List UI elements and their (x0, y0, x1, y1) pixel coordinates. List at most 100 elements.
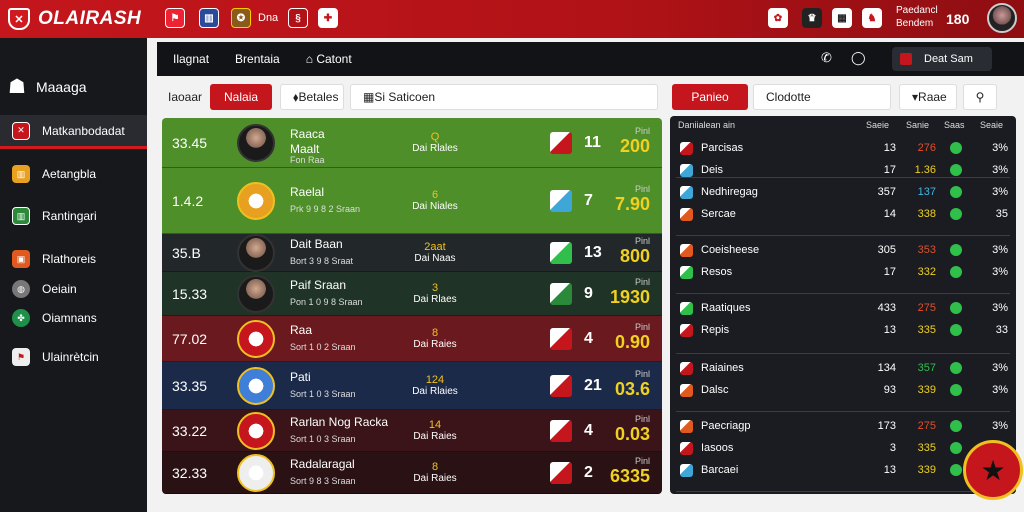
stats-value: 3 (889, 442, 896, 454)
filter-details-button[interactable]: ⬧ Betales (280, 84, 345, 110)
stats-row[interactable]: Dalsc 93 339 3% (676, 380, 1010, 400)
stats-percent: 3% (992, 164, 1008, 176)
dropdown[interactable]: ▾ Raae (899, 84, 957, 110)
rose-badge-icon[interactable]: ✿ (768, 8, 788, 28)
user-avatar[interactable] (987, 3, 1017, 33)
star-badge-icon[interactable]: ★ (963, 440, 1023, 500)
striped-crest-icon: ▥ (12, 207, 30, 225)
stats-value: 13 (883, 464, 896, 476)
tab-catont-label: Catont (316, 52, 352, 66)
player-photo (237, 124, 275, 162)
nav-text[interactable]: Dna (258, 12, 278, 24)
swirl-icon[interactable]: § (288, 8, 308, 28)
profile-chip[interactable]: Deat Sam (892, 47, 992, 71)
table-row[interactable]: 33.35 Pati Sort 1 0 3 Sraan 124 Dai Rlaies 21… (162, 362, 662, 410)
stats-row[interactable]: Barcaei 13 339 (676, 460, 1010, 480)
sidebar-item-rlathoreis[interactable]: ▣ Rlathoreis (0, 242, 147, 276)
match-odds[interactable]: Pinl 03.6 (615, 369, 650, 400)
odds-label: Pinl (634, 322, 650, 332)
stats-group[interactable]: Coeisheese 305 353 3% Resos 17 332 3% (676, 236, 1010, 294)
main-content: Ilagnat Brentaia ⌂ Catont ✆ ◯ Deat Sam I… (147, 38, 1024, 512)
match-score: 9 (584, 285, 593, 302)
match-status-label: Dai Raies (413, 431, 457, 442)
phone-icon[interactable]: ✆ (821, 50, 832, 66)
shield-icon[interactable]: ✚ (318, 8, 338, 28)
search-input[interactable]: ▦ Si Saticoen (350, 84, 659, 110)
stats-row[interactable]: Resos 17 332 3% (676, 262, 1010, 282)
stats-value-colored: 339 (917, 384, 936, 396)
match-odds[interactable]: Pinl 0.03 (615, 414, 650, 445)
stats-row[interactable]: Paecriagp 173 275 3% (676, 416, 1010, 436)
match-odds[interactable]: Pinl 200 (620, 126, 650, 157)
stats-row[interactable]: Nedhiregag 357 137 3% (676, 182, 1010, 202)
square-badge-icon[interactable]: ▦ (832, 8, 852, 28)
stats-row[interactable]: Raatiques 433 275 3% (676, 298, 1010, 318)
check-icon (950, 266, 962, 278)
stats-group[interactable]: Paecriagp1732753%Iasoos333533Barcaei1333… (676, 412, 1010, 492)
match-status-value: 6 (431, 189, 439, 201)
tab-brentaia[interactable]: Brentaia (235, 52, 280, 66)
striped-badge-icon[interactable]: ▥ (199, 8, 219, 28)
table-row[interactable]: 33.22 Rarlan Nog Racka Sort 1 0 3 Sraan 14 D… (162, 410, 662, 452)
stats-row[interactable]: Repis 13 335 33 (676, 320, 1010, 340)
deer-badge-icon[interactable]: ♞ (862, 8, 882, 28)
stats-row[interactable]: Raiaines 134 357 3% (676, 358, 1010, 378)
tab-catont[interactable]: ⌂ Catont (306, 52, 352, 66)
table-row[interactable]: 1.4.2 Raelal Prk 9 9 8 2 Sraan 6 Dai Niales 7… (162, 168, 662, 234)
team-subtitle: Sort 9 8 3 Sraan (290, 476, 356, 486)
stats-row[interactable]: Coeisheese 305 353 3% (676, 240, 1010, 260)
match-odds[interactable]: Pinl 0.90 (615, 322, 650, 353)
stats-group[interactable]: Raatiques 433 275 3% Repis 13 335 33 (676, 294, 1010, 354)
odds-label: Pinl (634, 369, 650, 379)
match-status-label: Dai Rlales (412, 143, 458, 154)
match-odds[interactable]: Pinl 800 (620, 236, 650, 267)
match-odds[interactable]: Pinl 7.90 (615, 184, 650, 215)
table-row[interactable]: 15.33 Paif Sraan Pon 1 0 9 8 Sraan 3 Dai Rla… (162, 272, 662, 316)
sidebar-item-oiamnans[interactable]: ✤ Oiamnans (0, 301, 147, 335)
match-odds[interactable]: Pinl 6335 (610, 456, 650, 487)
gold-badge-icon[interactable]: ✪ (231, 8, 251, 28)
odds-value: 03.6 (614, 379, 650, 399)
stats-group[interactable]: Raiaines 134 357 3% Dalsc 93 339 3% (676, 354, 1010, 412)
team-name-line1: Radalaragal (290, 457, 355, 471)
stats-row[interactable]: Parcisas 13 276 3% (676, 138, 1010, 158)
match-status-label: Dai Naas (414, 253, 456, 264)
club-icon (680, 323, 693, 337)
stats-value-colored: 137 (917, 186, 936, 198)
sidebar-item-aetangbla[interactable]: ▥ Aetangbla (0, 157, 147, 191)
right-filter-bar: Panieo Clodotte ▾ Raae ⚲ (672, 84, 997, 110)
stats-row[interactable]: Deis 17 1.36 3% (676, 160, 1010, 180)
settings-button[interactable]: ⚲ (963, 84, 997, 110)
team-name-line1: Raelal (290, 185, 325, 199)
club-icon (680, 163, 693, 177)
table-row[interactable]: 77.02 Raa Sort 1 0 2 Sraan 8 Dai Raies 4 Pinl 0… (162, 316, 662, 362)
stats-value-colored: 357 (917, 362, 936, 374)
table-row[interactable]: 32.33 Radalaragal Sort 9 8 3 Sraan 8 Dai Rai… (162, 452, 662, 494)
stats-row[interactable]: Iasoos333533 (676, 438, 1010, 458)
profile-chip-label: Deat Sam (924, 53, 973, 65)
right-search-input[interactable]: Clodotte (753, 84, 891, 110)
stats-value-colored: 332 (917, 266, 936, 278)
match-time: 1.4.2 (172, 193, 204, 209)
odds-value: 6335 (609, 466, 650, 486)
stats-value: 173 (877, 420, 896, 432)
sidebar-item-matches[interactable]: ✕ Matkanbodadat (0, 115, 147, 149)
stats-group[interactable]: Nedhiregag 357 137 3% Sercae 14 338 35 (676, 178, 1010, 236)
stats-label: Raatiques (701, 302, 751, 314)
ring-icon[interactable]: ◯ (851, 50, 866, 66)
stats-group[interactable]: Parcisas 13 276 3% Deis 17 1.36 3% (676, 134, 1010, 178)
trophy-icon[interactable]: ♛ (802, 8, 822, 28)
table-row[interactable]: 33.45 Raaca Maalt Fon Raa Q Dai Rlales 11 Pinl 2… (162, 118, 662, 168)
stats-value: 93 (883, 384, 896, 396)
sidebar-item-ulainretcin[interactable]: ⚑ Ulainrètcin (0, 340, 147, 374)
filter-red-button[interactable]: Nalaia (210, 84, 273, 110)
stats-row[interactable]: Sercae 14 338 35 (676, 204, 1010, 224)
tab-ilagnat[interactable]: Ilagnat (173, 52, 209, 66)
right-red-button[interactable]: Panieo (672, 84, 748, 110)
table-row[interactable]: 35.B Dait Baan Bort 3 9 8 Sraat 2aat Dai Naa… (162, 234, 662, 272)
team-flag-icon (550, 283, 572, 305)
club-badge-icon[interactable]: ⚑ (165, 8, 185, 28)
club-icon (680, 361, 693, 375)
match-odds[interactable]: Pinl 1930 (610, 277, 650, 308)
sidebar-item-rankings[interactable]: ▥ Rantingari (0, 199, 147, 233)
